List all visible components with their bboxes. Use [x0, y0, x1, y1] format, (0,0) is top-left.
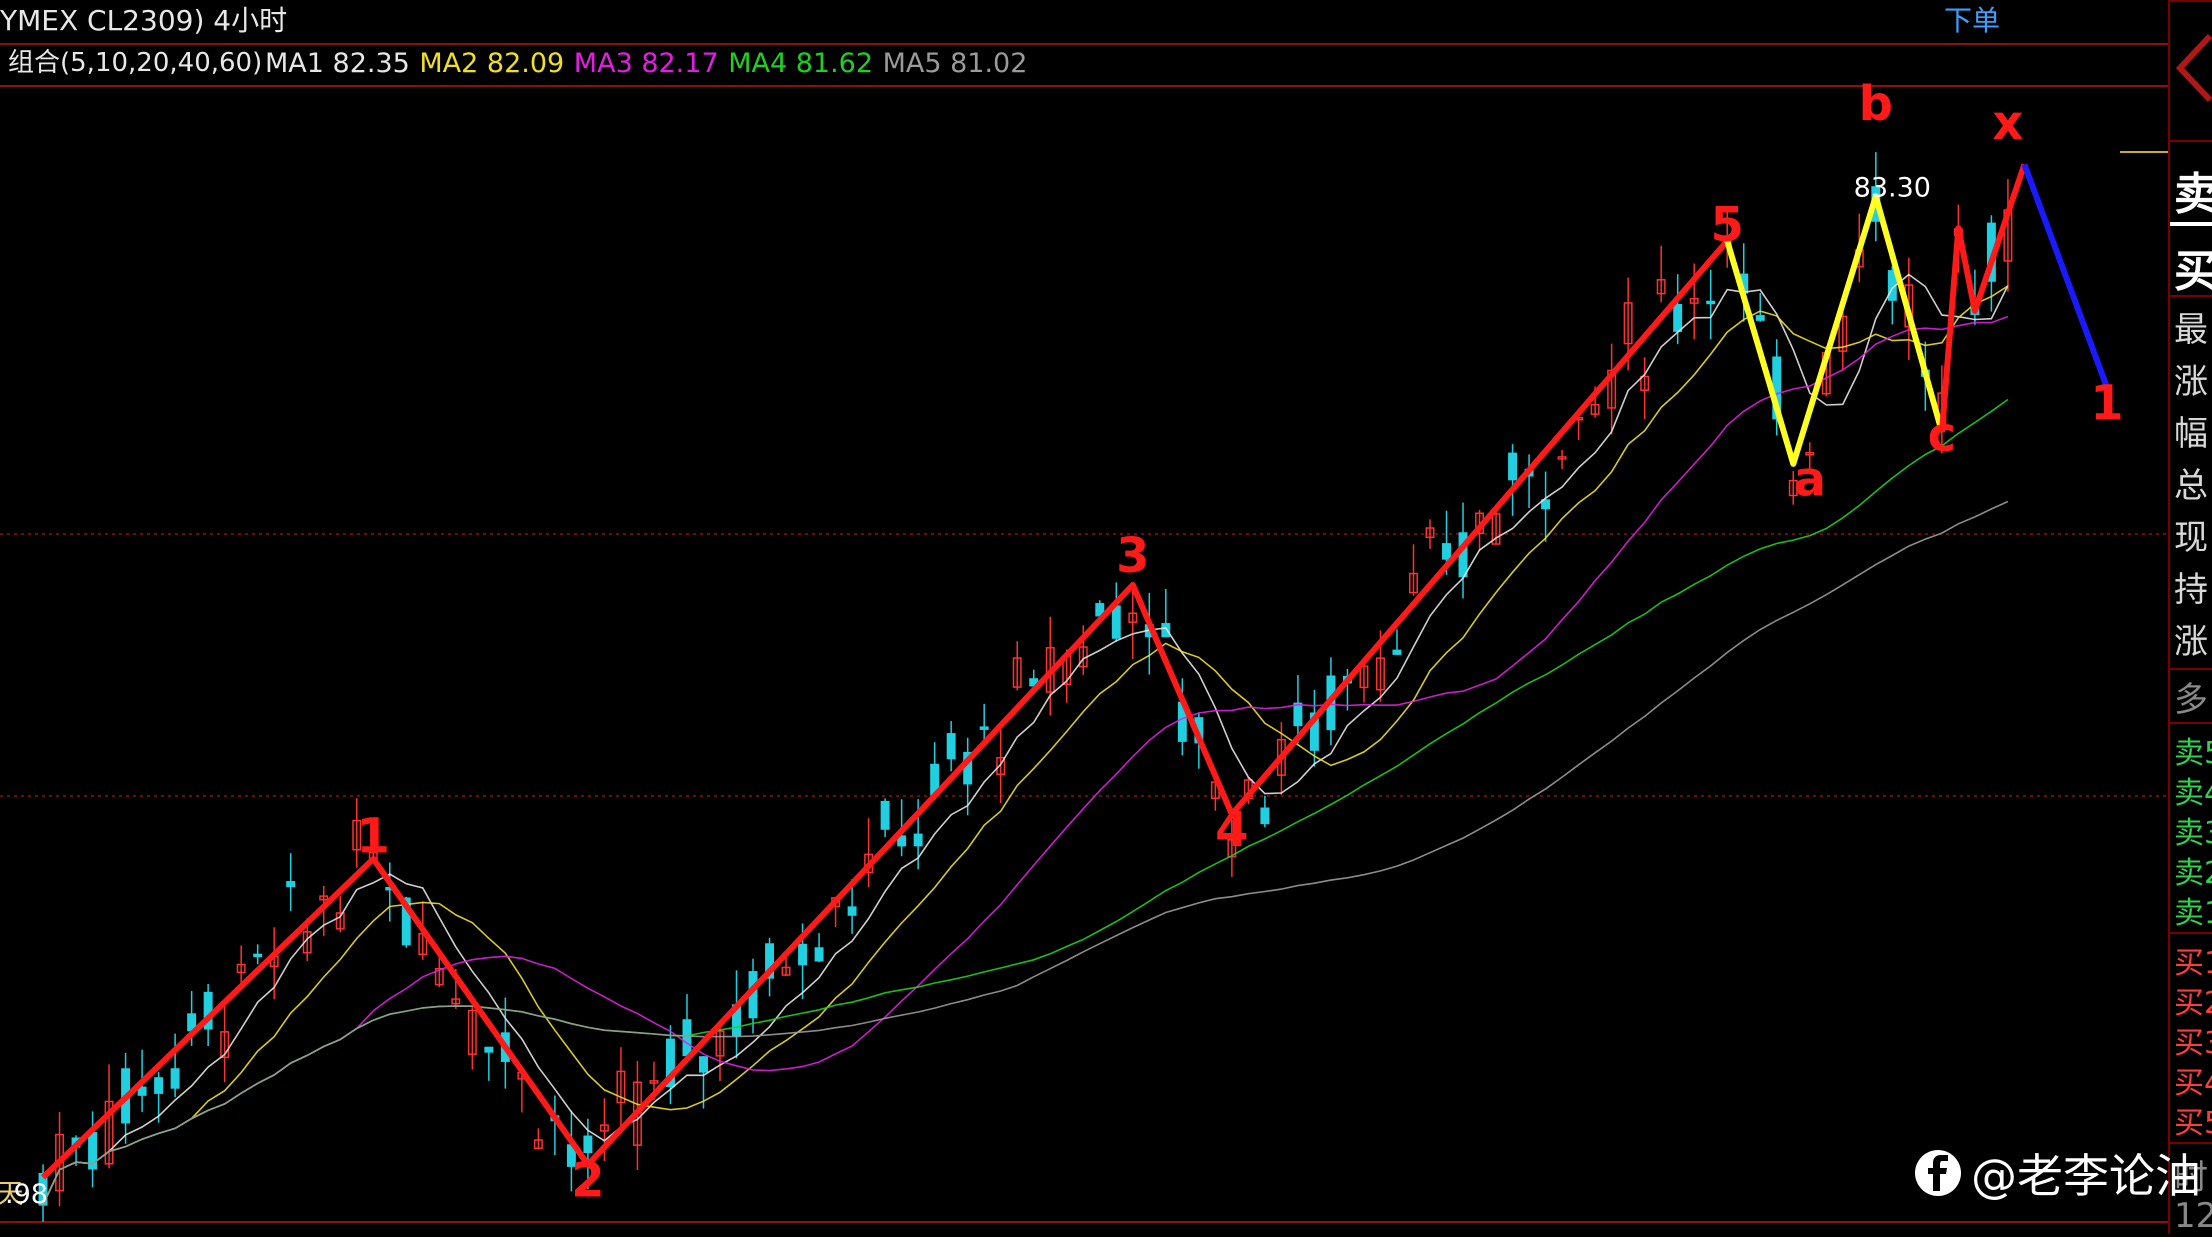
candle-body-46 [798, 943, 808, 966]
ma-line-5 [42, 500, 2009, 1206]
candle-body-13 [253, 953, 263, 958]
watermark-text: @老李论油 [1971, 1149, 2201, 1203]
sell-level-5: 卖5 [2174, 736, 2212, 771]
chart-svg: YMEX CL2309) 4小时组合(5,10,20,40,60) MA1 82.… [0, 4, 2168, 1223]
candle-body-76 [1293, 702, 1303, 727]
candle-body-57 [979, 726, 989, 730]
candle-body-65 [1111, 605, 1121, 639]
ma-line-3 [42, 315, 2009, 1206]
wave-label-6: b [1859, 76, 1893, 132]
candle-body-74 [1260, 807, 1270, 825]
candle-body-82 [1392, 649, 1402, 655]
candle-body-89 [1508, 452, 1518, 481]
info-label-oi-change: 涨 [2174, 622, 2208, 662]
wave-label-8: x [1992, 95, 2023, 151]
candle-body-55 [946, 733, 956, 760]
buy-level-5: 买5 [2174, 1106, 2212, 1141]
price-label-2: .98 [5, 1179, 48, 1210]
chevron-left-icon [2175, 33, 2212, 103]
sell-tab[interactable]: 卖 [2174, 158, 2212, 222]
wave-label-4: 5 [1711, 197, 1744, 253]
candle-body-47 [814, 947, 824, 962]
info-label-latest: 最 [2174, 310, 2208, 350]
info-label-current: 现 [2174, 518, 2208, 558]
wave-label-3: 4 [1215, 802, 1248, 858]
candle-body-104 [1755, 315, 1765, 321]
collapse-arrow-icon[interactable] [2170, 28, 2212, 117]
sell-level-4: 卖4 [2174, 776, 2212, 811]
candle-body-27 [484, 1046, 494, 1053]
candle-body-7 [154, 1077, 164, 1094]
info-label-total: 总 [2174, 466, 2208, 506]
buy-level-3: 买3 [2174, 1026, 2212, 1061]
ma-line-2 [42, 285, 2009, 1206]
info-label-change: 涨 [2174, 362, 2208, 402]
info-label-open-interest: 持 [2174, 570, 2208, 610]
candle-body-51 [880, 800, 890, 830]
buy-level-2: 买2 [2174, 986, 2212, 1021]
wave-label-2: 3 [1116, 528, 1149, 584]
facebook-icon [1915, 1150, 1961, 1196]
info-label-range: 幅 [2174, 414, 2208, 454]
candle-body-8 [170, 1068, 180, 1089]
order-button[interactable]: 下单 [1944, 4, 2000, 37]
candle-body-33 [583, 1135, 593, 1154]
sell-level-1: 卖1 [2174, 896, 2212, 931]
more-label[interactable]: 多 [2174, 672, 2208, 721]
wave-label-7: c [1928, 407, 1956, 463]
candle-body-85 [1442, 543, 1451, 560]
ma-line-4 [42, 398, 2009, 1206]
side-panel: 卖 买 最 涨 幅 总 现 持 涨 多 卖5 卖4 卖3 卖2 卖1 买1 买2… [2168, 0, 2212, 1233]
candle-body-40 [699, 1056, 708, 1073]
candle-body-99 [1673, 303, 1683, 332]
buy-level-1: 买1 [2174, 946, 2212, 981]
price-label-0: 83.30 [1854, 172, 1931, 203]
ma-value-2: MA2 82.09 [419, 48, 564, 79]
price-chart[interactable]: YMEX CL2309) 4小时组合(5,10,20,40,60) MA1 82.… [0, 0, 2168, 1233]
ma-value-3: MA3 82.17 [574, 48, 719, 79]
candle-body-68 [1161, 623, 1171, 638]
ma-value-1: MA1 82.35 [265, 48, 410, 79]
candle-body-53 [913, 833, 923, 847]
indicator-name: 组合(5,10,20,40,60) [8, 48, 262, 78]
candle-body-101 [1706, 300, 1716, 305]
buy-level-4: 买4 [2174, 1066, 2212, 1101]
ma-line-1 [42, 273, 2009, 1206]
watermark: @老李论油 [1915, 1140, 2201, 1206]
candle-body-39 [682, 1019, 692, 1057]
sell-level-2: 卖2 [2174, 856, 2212, 891]
wave-label-0: 1 [357, 808, 390, 864]
chart-title: YMEX CL2309) 4小时 [0, 4, 287, 37]
ma-value-5: MA5 81.02 [883, 48, 1028, 79]
buy-tab[interactable]: 买 [2174, 235, 2212, 299]
impulse-wave-line [40, 238, 1730, 1180]
wave-label-9: 1 [2090, 375, 2123, 431]
candle-body-49 [847, 906, 857, 916]
wave-label-5: a [1794, 452, 1826, 508]
candle-body-15 [286, 880, 296, 888]
x-wave-line [1938, 163, 2028, 433]
sell-level-3: 卖3 [2174, 816, 2212, 851]
ma-value-4: MA4 81.62 [728, 48, 873, 79]
wave-label-1: 2 [571, 1153, 604, 1209]
projection-line [2021, 163, 2110, 389]
